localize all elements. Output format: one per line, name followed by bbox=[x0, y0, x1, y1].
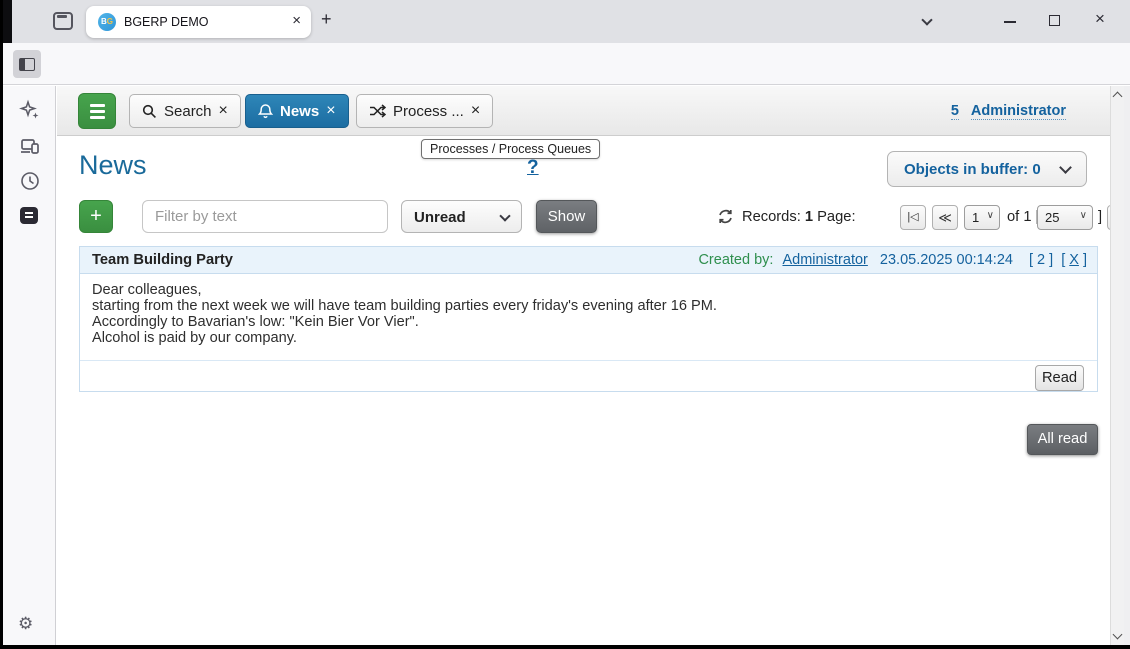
bracket-close: ] bbox=[1098, 209, 1102, 225]
prev-page-button[interactable]: ≪ bbox=[932, 205, 958, 230]
search-icon bbox=[142, 104, 157, 119]
scroll-up-icon[interactable] bbox=[1113, 92, 1123, 102]
window-edge bbox=[3, 0, 12, 43]
news-body-line: Dear colleagues, bbox=[92, 282, 1085, 298]
filter-input[interactable] bbox=[142, 200, 388, 233]
buffer-label: Objects in buffer: 0 bbox=[904, 161, 1041, 178]
tab-close-icon[interactable]: × bbox=[292, 12, 301, 29]
news-close-link[interactable]: [ X ] bbox=[1061, 252, 1087, 268]
window-minimize-button[interactable] bbox=[1004, 21, 1016, 23]
news-count-badge: [ 2 ] bbox=[1029, 252, 1053, 268]
firefox-sidebar: ⚙ bbox=[3, 86, 56, 645]
history-clock-icon[interactable] bbox=[18, 169, 42, 193]
scroll-down-icon[interactable] bbox=[1113, 630, 1123, 640]
browser-tab[interactable]: BG BGERP DEMO × bbox=[86, 6, 311, 38]
news-item-body: Dear colleagues, starting from the next … bbox=[80, 274, 1097, 360]
tab-process-label: Process ... bbox=[393, 103, 464, 120]
filter-mode-value: Unread bbox=[414, 209, 466, 226]
sidebar-icon bbox=[19, 58, 35, 71]
menu-icon bbox=[90, 110, 105, 113]
created-by-label: Created by: bbox=[698, 252, 773, 268]
help-link[interactable]: ? bbox=[527, 157, 539, 179]
records-text: Records: 1 Page: bbox=[742, 209, 856, 225]
tab-process[interactable]: Process ... × bbox=[356, 94, 493, 128]
page-title: News bbox=[79, 150, 147, 181]
news-timestamp: 23.05.2025 00:14:24 bbox=[880, 252, 1013, 268]
close-x[interactable]: X bbox=[1069, 252, 1079, 268]
tab-title: BGERP DEMO bbox=[124, 15, 209, 29]
news-item-title: Team Building Party bbox=[92, 252, 233, 268]
news-body-line: Accordingly to Bavarian's low: "Kein Bie… bbox=[92, 314, 1085, 330]
tab-search[interactable]: Search × bbox=[129, 94, 241, 128]
read-button[interactable]: Read bbox=[1035, 365, 1084, 391]
user-link[interactable]: 5 Administrator bbox=[951, 103, 1066, 119]
window-close-button[interactable]: × bbox=[1095, 9, 1105, 29]
new-tab-button[interactable]: + bbox=[321, 9, 332, 30]
objects-in-buffer-dropdown[interactable]: Objects in buffer: 0 bbox=[887, 151, 1087, 187]
tab-close-icon[interactable]: × bbox=[471, 102, 480, 120]
chevron-down-icon bbox=[1059, 161, 1072, 174]
author-link[interactable]: Administrator bbox=[782, 252, 867, 268]
tab-close-icon[interactable]: × bbox=[219, 102, 228, 120]
tab-news[interactable]: News × bbox=[245, 94, 349, 128]
browser-toolbar: ← → ↻ ⌂ demo.bgerp.org/user/news ☆ S A bbox=[3, 43, 1130, 85]
page-size-select[interactable]: 25∨ bbox=[1037, 205, 1093, 230]
page-of-text: of 1 [ bbox=[1007, 209, 1040, 225]
site-favicon: BG bbox=[98, 13, 116, 31]
bell-icon bbox=[258, 103, 273, 119]
firefox-view-icon[interactable] bbox=[53, 12, 73, 30]
page-number-select[interactable]: 1∨ bbox=[964, 205, 1000, 230]
records-count: 1 bbox=[805, 209, 813, 225]
all-read-button[interactable]: All read bbox=[1027, 424, 1098, 455]
show-button[interactable]: Show bbox=[536, 200, 597, 233]
user-name[interactable]: Administrator bbox=[971, 103, 1066, 120]
browser-window: BG BGERP DEMO × + × ← → ↻ ⌂ demo.bgerp.o… bbox=[3, 0, 1130, 645]
refresh-icon[interactable] bbox=[717, 208, 734, 225]
first-page-button[interactable]: |◁ bbox=[900, 205, 926, 230]
filter-mode-select[interactable]: Unread bbox=[401, 200, 522, 233]
news-item: Team Building Party Created by: Administ… bbox=[79, 246, 1098, 392]
news-body-line: starting from the next week we will have… bbox=[92, 298, 1085, 314]
bookmarks-panel-icon[interactable] bbox=[20, 207, 38, 224]
chevron-down-icon bbox=[499, 210, 510, 221]
news-item-meta: Created by: Administrator 23.05.2025 00:… bbox=[698, 252, 1087, 268]
shuffle-icon bbox=[369, 104, 386, 118]
tab-search-label: Search bbox=[164, 103, 212, 120]
browser-tab-strip: BG BGERP DEMO × + × bbox=[3, 0, 1130, 43]
tab-news-label: News bbox=[280, 103, 319, 120]
news-item-footer: Read bbox=[80, 360, 1097, 393]
sidebar-settings-gear-icon[interactable]: ⚙ bbox=[18, 614, 42, 638]
window-edge bbox=[1124, 86, 1130, 645]
add-news-button[interactable]: + bbox=[79, 200, 113, 233]
tab-close-icon[interactable]: × bbox=[326, 102, 335, 120]
user-id[interactable]: 5 bbox=[951, 103, 959, 120]
news-item-header: Team Building Party Created by: Administ… bbox=[80, 247, 1097, 274]
sidebar-toggle-button[interactable] bbox=[13, 50, 41, 78]
page-scrollbar[interactable] bbox=[1110, 86, 1124, 645]
bgerp-page: Search × News × Process ... × 5 Administr… bbox=[57, 86, 1110, 645]
synced-tabs-icon[interactable] bbox=[18, 134, 42, 158]
news-body-line: Alcohol is paid by our company. bbox=[92, 330, 1085, 346]
app-header: Search × News × Process ... × 5 Administr… bbox=[57, 86, 1110, 136]
window-maximize-button[interactable] bbox=[1049, 15, 1060, 26]
ai-chatbot-sparkle-icon[interactable] bbox=[18, 98, 42, 122]
app-menu-button[interactable] bbox=[78, 93, 116, 129]
help-tooltip: Processes / Process Queues bbox=[421, 139, 600, 159]
list-all-tabs-icon[interactable] bbox=[921, 14, 932, 25]
